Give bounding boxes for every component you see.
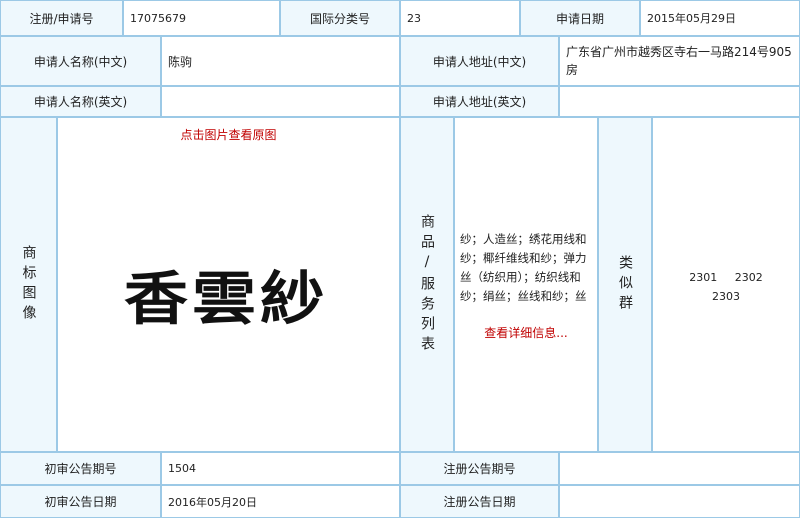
- reg-date-label: 注册公告日期: [400, 485, 559, 518]
- similar-group-label: 类似群: [598, 117, 652, 452]
- similar-group-code: 2302: [734, 271, 763, 284]
- prelim-issue-value: 1504: [161, 452, 400, 485]
- reg-date-value: [559, 485, 800, 518]
- prelim-issue-label: 初审公告期号: [0, 452, 161, 485]
- similar-group-cell: 2301 2302 2303: [652, 117, 800, 452]
- reg-number-value: 17075679: [123, 0, 280, 36]
- trademark-mark-text: 香雲紗: [124, 265, 328, 333]
- applicant-name-cn-label: 申请人名称(中文): [0, 36, 161, 86]
- prelim-date-label: 初审公告日期: [0, 485, 161, 518]
- prelim-date-value: 2016年05月20日: [161, 485, 400, 518]
- applicant-addr-cn-label: 申请人地址(中文): [400, 36, 559, 86]
- applicant-name-cn-value: 陈驹: [161, 36, 400, 86]
- view-original-link[interactable]: 点击图片查看原图: [58, 126, 399, 143]
- similar-group-code: 2303: [712, 290, 740, 303]
- goods-services-label: 商品/服务列表: [400, 117, 454, 452]
- goods-services-label-text: 商品/服务列表: [419, 213, 435, 356]
- applicant-addr-en-label: 申请人地址(英文): [400, 86, 559, 117]
- trademark-image-label: 商标图像: [0, 117, 57, 452]
- apply-date-label: 申请日期: [520, 0, 640, 36]
- reg-number-label: 注册/申请号: [0, 0, 123, 36]
- goods-services-cell: 纱；人造丝；绣花用线和纱；椰纤维线和纱；弹力丝（纺织用）；纺织线和纱；绢丝；丝线…: [454, 117, 598, 452]
- trademark-image[interactable]: 香雲紗: [76, 144, 376, 444]
- applicant-addr-en-value: [559, 86, 800, 117]
- applicant-name-en-value: [161, 86, 400, 117]
- applicant-addr-cn-value: 广东省广州市越秀区寺右一马路214号905房: [559, 36, 800, 86]
- goods-services-text: 纱；人造丝；绣花用线和纱；椰纤维线和纱；弹力丝（纺织用）；纺织线和纱；绢丝；丝线…: [460, 232, 587, 303]
- goods-detail-link[interactable]: 查看详细信息...: [455, 324, 597, 341]
- intl-class-label: 国际分类号: [280, 0, 400, 36]
- similar-group-label-text: 类似群: [617, 254, 633, 315]
- applicant-name-en-label: 申请人名称(英文): [0, 86, 161, 117]
- reg-issue-value: [559, 452, 800, 485]
- trademark-image-label-text: 商标图像: [20, 244, 37, 325]
- reg-issue-label: 注册公告期号: [400, 452, 559, 485]
- similar-group-code: 2301: [689, 271, 718, 284]
- trademark-image-cell: 点击图片查看原图 香雲紗: [57, 117, 400, 452]
- intl-class-value: 23: [400, 0, 520, 36]
- apply-date-value: 2015年05月29日: [640, 0, 800, 36]
